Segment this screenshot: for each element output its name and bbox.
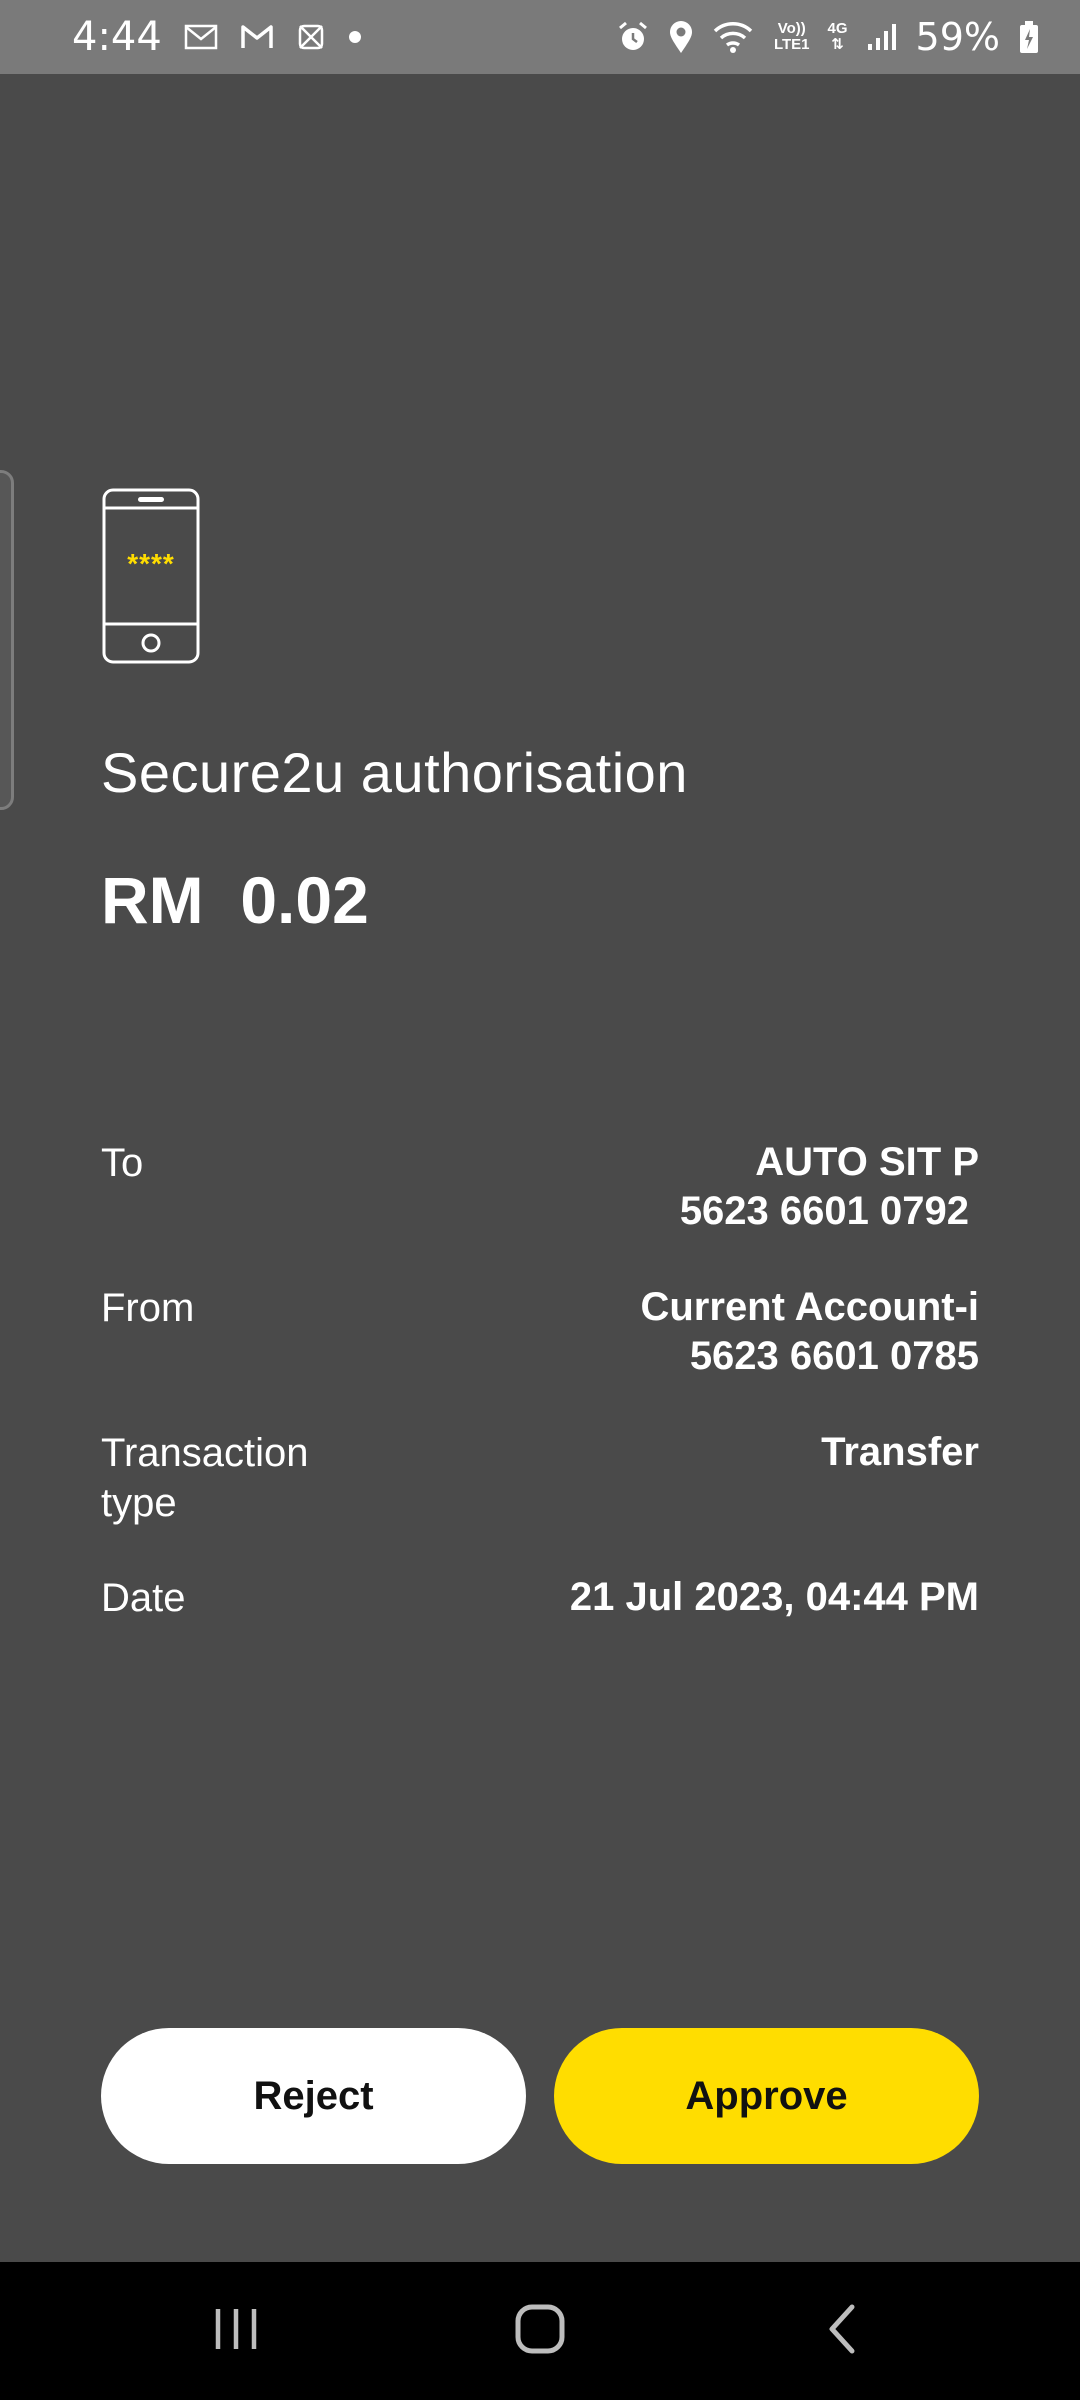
home-icon bbox=[514, 2303, 566, 2360]
transaction-amount: RM 0.02 bbox=[101, 863, 369, 937]
network-type: Vo)) LTE1 bbox=[774, 21, 810, 53]
status-left: 4:44 bbox=[72, 14, 362, 60]
phone-pin-icon: **** bbox=[102, 488, 200, 664]
battery-percent: 59% bbox=[915, 15, 1000, 59]
reject-button[interactable]: Reject bbox=[101, 2028, 526, 2164]
alarm-icon bbox=[616, 20, 650, 54]
mail-icon bbox=[184, 24, 218, 50]
signal-icon bbox=[866, 22, 898, 52]
to-label: To bbox=[101, 1141, 144, 1185]
edge-panel-handle[interactable] bbox=[0, 470, 14, 810]
dot-icon bbox=[348, 30, 362, 44]
page-title: Secure2u authorisation bbox=[101, 741, 688, 804]
date-label: Date bbox=[101, 1576, 186, 1620]
pin-mask-text: **** bbox=[127, 548, 175, 579]
status-time: 4:44 bbox=[72, 14, 162, 60]
date-value: 21 Jul 2023, 04:44 PM bbox=[569, 1575, 979, 1619]
wifi-icon bbox=[712, 19, 756, 55]
battery-icon bbox=[1018, 20, 1040, 54]
approve-button[interactable]: Approve bbox=[554, 2028, 979, 2164]
recent-apps-icon bbox=[212, 2305, 260, 2358]
from-name: Current Account-i bbox=[640, 1285, 979, 1329]
type-value: Transfer bbox=[821, 1430, 979, 1474]
type-label-line1: Transaction bbox=[101, 1431, 309, 1475]
back-button[interactable] bbox=[762, 2262, 922, 2400]
status-right: Vo)) LTE1 4G ⇅ 59% bbox=[616, 15, 1040, 59]
from-account: 5623 6601 0785 bbox=[689, 1334, 979, 1378]
to-name: AUTO SIT P bbox=[755, 1140, 979, 1184]
navigation-bar bbox=[0, 2262, 1080, 2400]
location-icon bbox=[668, 20, 694, 54]
to-account: 5623 6601 0792 bbox=[679, 1189, 969, 1233]
status-bar: 4:44 Vo)) LTE1 4G ⇅ 59% bbox=[0, 0, 1080, 74]
recent-apps-button[interactable] bbox=[156, 2262, 316, 2400]
home-button[interactable] bbox=[460, 2262, 620, 2400]
gmail-icon bbox=[240, 24, 274, 50]
network-gen: 4G ⇅ bbox=[828, 21, 848, 53]
from-label: From bbox=[101, 1286, 195, 1330]
network-bottom-text: LTE1 bbox=[773, 36, 810, 53]
network-gen-text: 4G bbox=[827, 20, 848, 37]
back-icon bbox=[824, 2303, 860, 2360]
type-label-line2: type bbox=[101, 1481, 177, 1525]
data-arrows-icon: ⇅ bbox=[831, 36, 844, 53]
screen: 4:44 Vo)) LTE1 4G ⇅ 59% **** Secure2u au… bbox=[0, 0, 1080, 2400]
app-icon bbox=[296, 22, 326, 52]
network-top-text: Vo)) bbox=[777, 20, 806, 37]
